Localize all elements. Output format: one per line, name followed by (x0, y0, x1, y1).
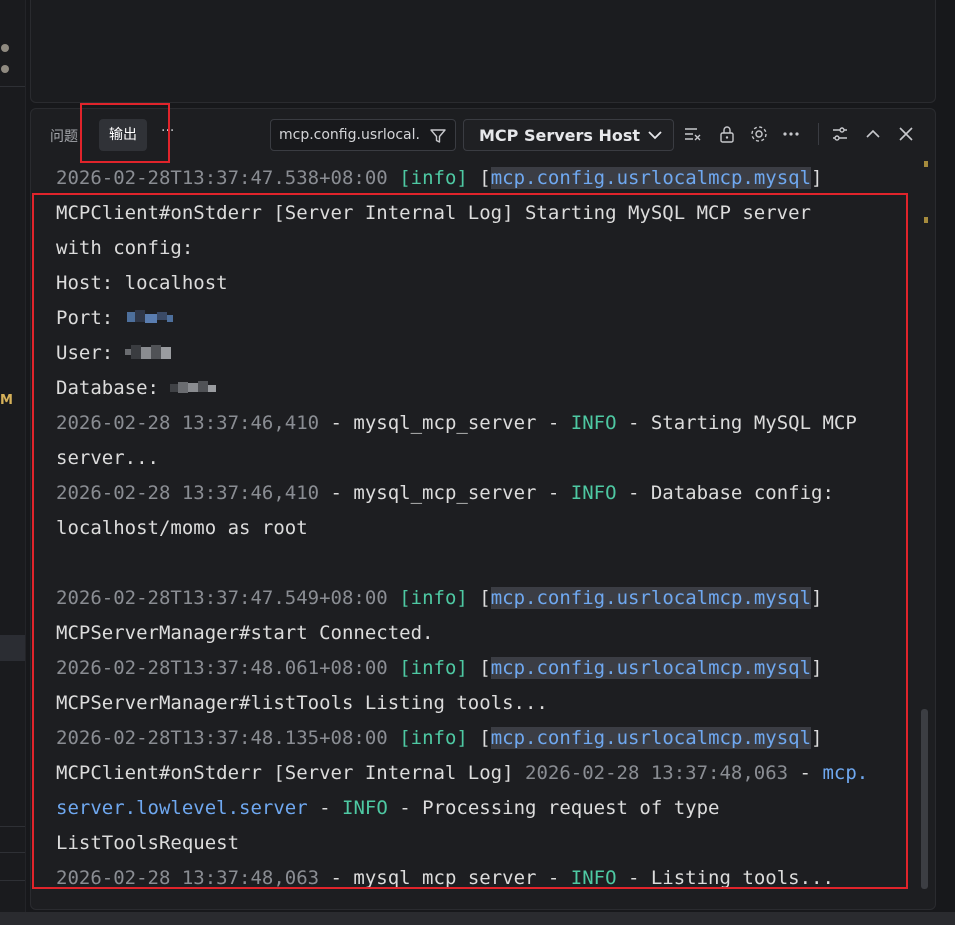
sidebar-dot (1, 44, 9, 52)
sidebar-divider (0, 852, 25, 853)
sidebar-divider (0, 86, 25, 87)
gear-icon[interactable] (749, 124, 769, 144)
log-source: mcp.config.usrlocalmcp.mysql (490, 167, 812, 189)
bracket: ] (811, 167, 823, 189)
tab-problems[interactable]: 问题 (50, 126, 78, 146)
scrollbar-marker (924, 217, 928, 223)
status-bar (0, 912, 955, 925)
scrollbar-thumb[interactable] (921, 709, 928, 889)
log-level: [info] (399, 167, 468, 189)
log-line: 2026-02-28T13:37:47.538+08:00 [info] [mc… (56, 161, 921, 196)
more-icon[interactable] (781, 124, 801, 144)
toolbar-separator (818, 123, 819, 145)
sidebar-divider (0, 880, 25, 881)
panel-settings-icon[interactable] (830, 124, 850, 144)
chevron-up-icon[interactable] (863, 124, 883, 144)
close-icon[interactable] (896, 124, 916, 144)
top-editor-panel (30, 0, 936, 103)
sidebar-divider (0, 826, 25, 827)
log-timestamp: 2026-02-28T13:37:47.538+08:00 (56, 167, 388, 189)
highlight-box-log (32, 193, 908, 889)
highlight-box-output-tab (80, 103, 170, 163)
left-sidebar-strip: M (0, 0, 26, 925)
sidebar-selected-item[interactable] (0, 635, 25, 661)
chevron-down-icon (648, 131, 662, 140)
bracket: [ (479, 167, 491, 189)
lock-icon[interactable] (717, 124, 737, 144)
filter-input[interactable] (279, 120, 419, 150)
filter-icon[interactable] (429, 127, 447, 145)
scrollbar-marker (924, 161, 928, 167)
output-channel-label: MCP Servers Host (479, 126, 641, 145)
sidebar-fragment-label: M (0, 393, 13, 408)
output-filter-box[interactable] (270, 119, 456, 151)
output-channel-select[interactable]: MCP Servers Host (463, 119, 674, 151)
sidebar-dot (1, 65, 9, 73)
clear-output-icon[interactable] (683, 124, 703, 144)
